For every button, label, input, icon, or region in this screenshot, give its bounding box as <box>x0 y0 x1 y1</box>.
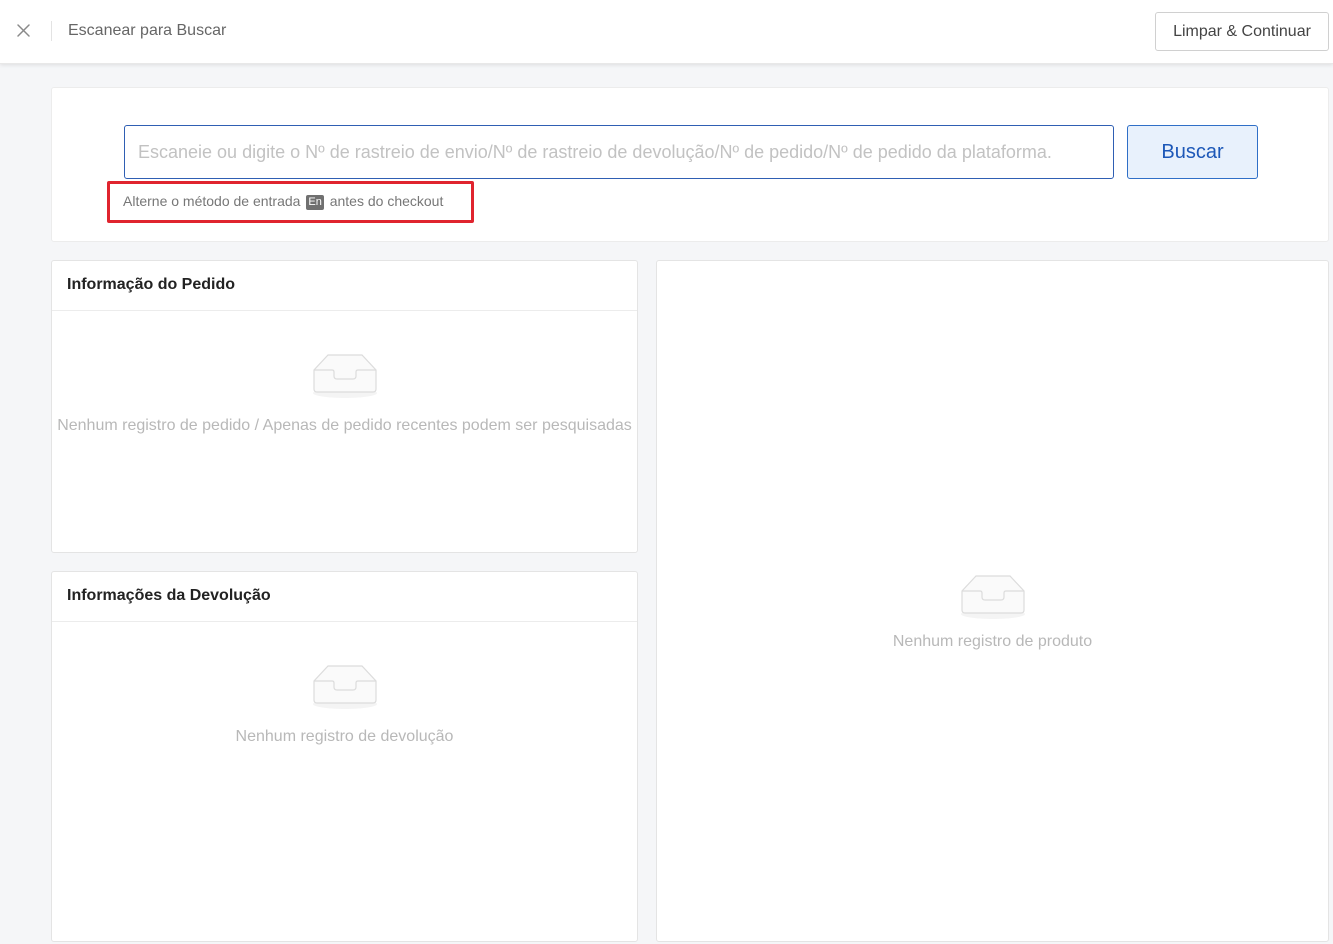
top-bar-divider <box>51 21 52 41</box>
product-info-panel: Nenhum registro de produto <box>656 260 1329 942</box>
empty-inbox-icon <box>961 575 1025 619</box>
clear-and-continue-button[interactable]: Limpar & Continuar <box>1155 12 1329 51</box>
close-button[interactable] <box>12 19 36 43</box>
top-bar: Escanear para Buscar Limpar & Continuar <box>0 0 1333 64</box>
hint-text-before: Alterne o método de entrada <box>123 193 301 209</box>
close-icon <box>17 24 30 37</box>
hint-text-after: antes do checkout <box>329 193 444 209</box>
order-empty-text: Nenhum registro de pedido / Apenas de pe… <box>57 417 632 434</box>
return-empty-text: Nenhum registro de devolução <box>235 728 454 745</box>
input-method-hint: Alterne o método de entrada En antes do … <box>123 192 443 210</box>
return-info-header: Informações da Devolução <box>52 572 637 622</box>
return-info-panel: Informações da Devolução Nenhum registro… <box>51 571 638 942</box>
return-info-title: Informações da Devolução <box>67 587 271 604</box>
product-empty-text: Nenhum registro de produto <box>892 633 1093 650</box>
empty-inbox-icon <box>313 665 377 709</box>
search-input[interactable] <box>124 125 1114 179</box>
order-info-panel: Informação do Pedido Nenhum registro de … <box>51 260 638 553</box>
order-info-title: Informação do Pedido <box>67 276 236 293</box>
search-card: Buscar Alterne o método de entrada En an… <box>51 87 1329 242</box>
input-method-badge: En <box>306 195 324 210</box>
search-button[interactable]: Buscar <box>1127 125 1258 179</box>
order-info-header: Informação do Pedido <box>52 261 637 311</box>
page-title: Escanear para Buscar <box>68 22 227 39</box>
empty-inbox-icon <box>313 354 377 398</box>
